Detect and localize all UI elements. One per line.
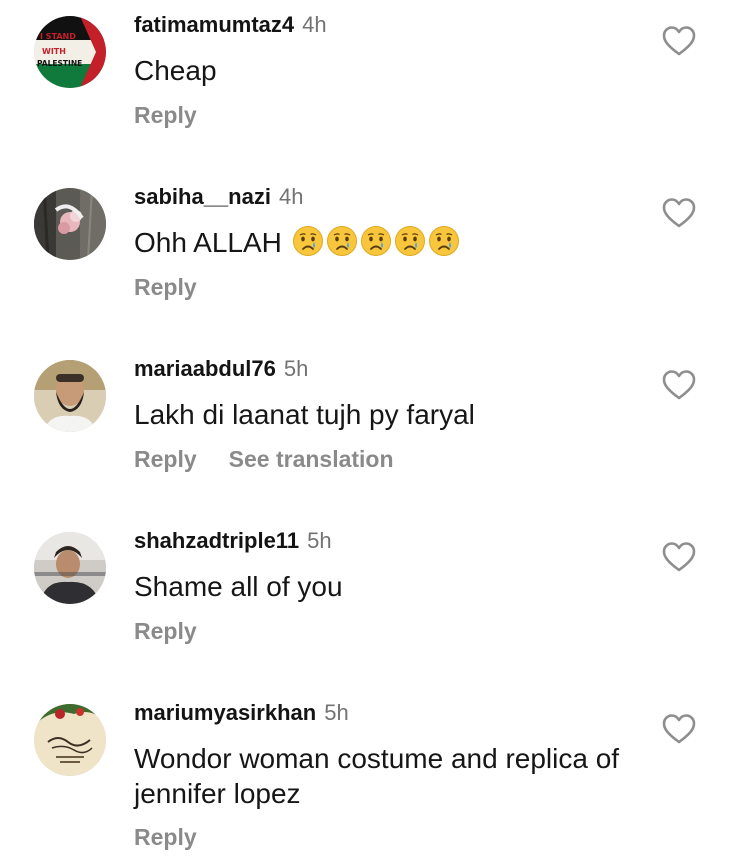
like-heart-icon[interactable]	[662, 541, 696, 573]
reply-button[interactable]: Reply	[134, 274, 197, 300]
timestamp: 4h	[278, 184, 304, 209]
svg-text:WITH: WITH	[42, 47, 66, 56]
comment-meta: mariaabdul76 5h	[134, 356, 308, 382]
comment-text: Shame all of you	[134, 571, 343, 602]
reply-button[interactable]: Reply	[134, 446, 197, 472]
comment-actions: Reply	[134, 273, 197, 301]
crying-face-icon	[394, 225, 426, 257]
username-link[interactable]: shahzadtriple11	[134, 528, 299, 553]
see-translation-button[interactable]: See translation	[229, 446, 394, 472]
like-heart-icon[interactable]	[662, 25, 696, 57]
reply-button[interactable]: Reply	[134, 824, 197, 850]
like-heart-icon[interactable]	[662, 713, 696, 745]
person-photo-avatar[interactable]	[34, 532, 106, 604]
bearded-man-avatar[interactable]	[34, 360, 106, 432]
timestamp: 5h	[307, 528, 332, 553]
comment-meta: sabiha__nazi 4h	[134, 184, 303, 210]
comment-actions: Reply See translation	[134, 445, 394, 473]
comment-text-body: Ohh ALLAH	[134, 227, 282, 258]
svg-text:I STAND: I STAND	[40, 32, 76, 41]
comment-actions: Reply	[134, 823, 197, 851]
crying-face-icon	[428, 225, 460, 257]
comment-meta: shahzadtriple11 5h	[134, 528, 332, 554]
flower-photo-avatar[interactable]	[34, 188, 106, 260]
username-link[interactable]: mariumyasirkhan	[134, 700, 316, 725]
comment-meta: fatimamumtaz4 4h	[134, 12, 327, 38]
like-heart-icon[interactable]	[662, 197, 696, 229]
svg-text:PALESTINE: PALESTINE	[37, 59, 82, 68]
comment-text: Ohh ALLAH	[134, 225, 654, 260]
timestamp: 5h	[283, 356, 309, 381]
like-heart-icon[interactable]	[662, 369, 696, 401]
comment-text: Wondor woman costume and replica of jenn…	[134, 743, 620, 809]
comment-actions: Reply	[134, 101, 197, 129]
comment-text: Cheap	[134, 55, 217, 86]
comment-text: Lakh di laanat tujh py faryal	[134, 399, 475, 430]
username-link[interactable]: mariaabdul76	[134, 356, 276, 381]
username-link[interactable]: fatimamumtaz4	[134, 12, 294, 37]
crying-face-icon	[326, 225, 358, 257]
comment-meta: mariumyasirkhan 5h	[134, 700, 349, 726]
comment-actions: Reply	[134, 617, 197, 645]
crying-face-icon	[292, 225, 324, 257]
timestamp: 5h	[324, 700, 349, 725]
calligraphy-avatar[interactable]	[34, 704, 106, 776]
timestamp: 4h	[302, 12, 327, 37]
reply-button[interactable]: Reply	[134, 618, 197, 644]
reply-button[interactable]: Reply	[134, 102, 197, 128]
username-link[interactable]: sabiha__nazi	[134, 184, 271, 209]
crying-face-icon	[360, 225, 392, 257]
palestine-flag-avatar[interactable]: I STAND WITH PALESTINE	[34, 16, 106, 88]
emoji-row	[290, 225, 460, 258]
